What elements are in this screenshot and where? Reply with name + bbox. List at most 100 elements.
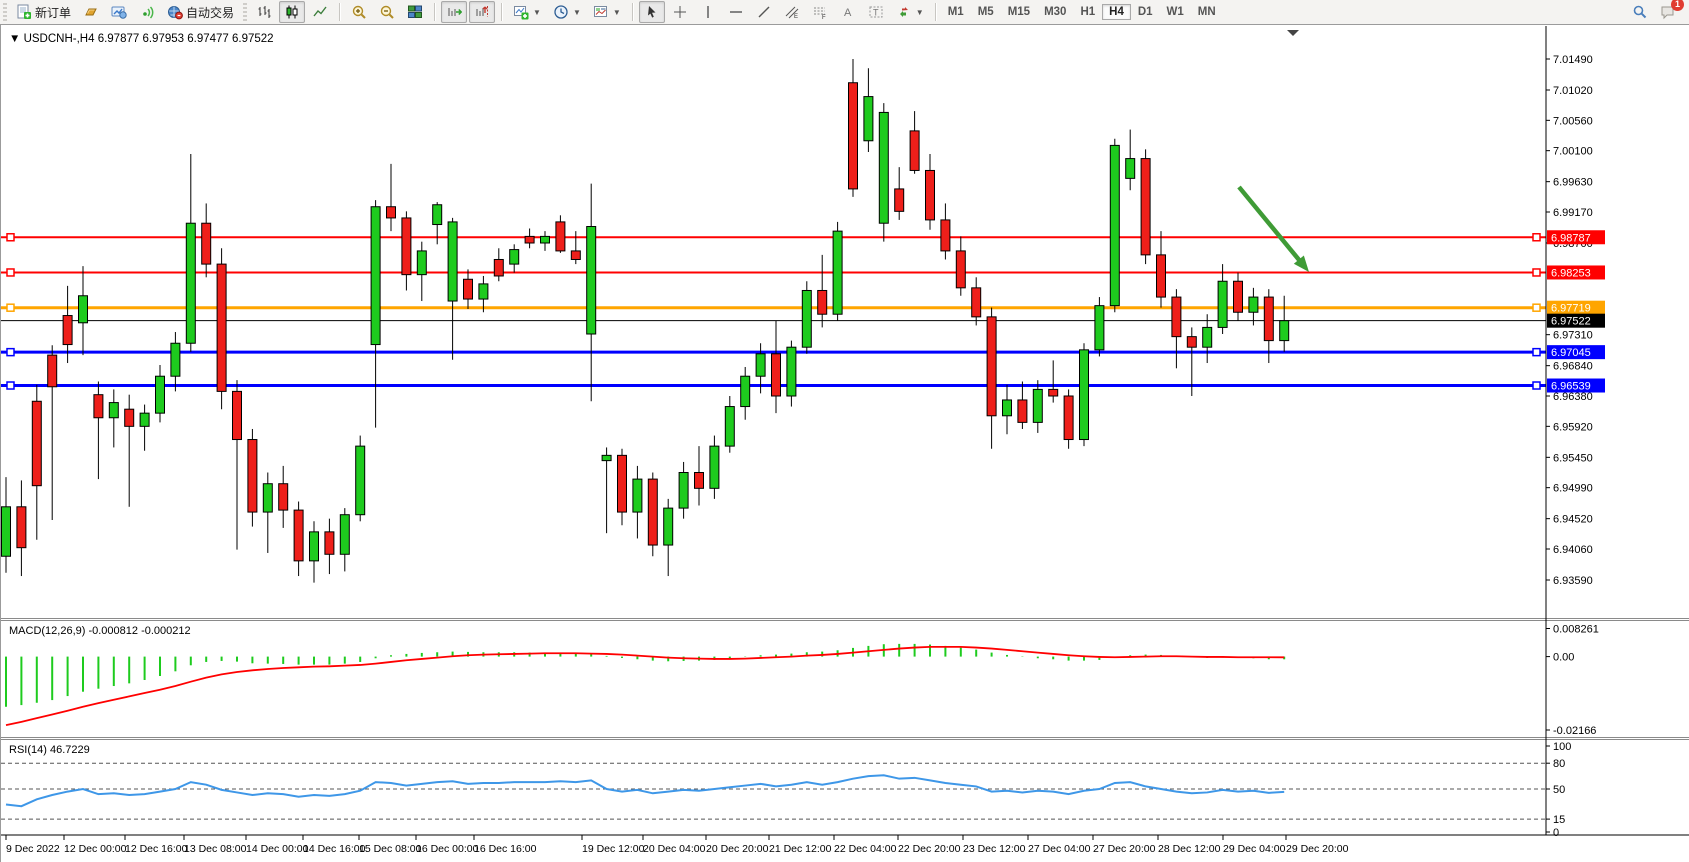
bullish-candle xyxy=(756,354,765,376)
text-label-tool-button[interactable]: T xyxy=(863,1,889,23)
toolbar-separator xyxy=(434,3,435,21)
price-line-label: 6.98253 xyxy=(1551,267,1591,279)
search-button[interactable] xyxy=(1627,1,1653,23)
line-anchor-handle[interactable] xyxy=(1533,382,1540,389)
templates-button[interactable]: ▼ xyxy=(588,1,626,23)
bar-chart-type-button[interactable] xyxy=(251,1,277,23)
bullish-candle xyxy=(787,347,796,396)
line-anchor-handle[interactable] xyxy=(7,269,14,276)
bearish-candle xyxy=(895,189,904,211)
bullish-candle xyxy=(1080,350,1089,440)
crosshair-tool-button[interactable] xyxy=(667,1,693,23)
price-tick-label: 6.94990 xyxy=(1553,483,1593,495)
bullish-candle xyxy=(109,403,118,418)
price-tick-label: 6.94060 xyxy=(1553,544,1593,556)
channel-tool-button[interactable]: E xyxy=(779,1,805,23)
bullish-candle xyxy=(263,484,272,512)
bearish-candle xyxy=(1157,255,1166,297)
toolbar-grip[interactable] xyxy=(243,3,247,21)
cursor-tool-button[interactable] xyxy=(639,1,665,23)
timeframe-m30-button[interactable]: M30 xyxy=(1037,4,1073,20)
line-anchor-handle[interactable] xyxy=(1533,234,1540,241)
toolbar-grip[interactable] xyxy=(3,3,7,21)
bullish-candle xyxy=(1110,145,1119,305)
macd-legend: MACD(12,26,9) -0.000812 -0.000212 xyxy=(9,625,191,637)
zoom-out-button[interactable] xyxy=(374,1,400,23)
line-anchor-handle[interactable] xyxy=(1533,269,1540,276)
bullish-candle xyxy=(602,455,611,460)
bearish-candle xyxy=(1141,159,1150,255)
vertical-line-tool-button[interactable] xyxy=(695,1,721,23)
bearish-candle xyxy=(1187,337,1196,348)
bullish-candle xyxy=(371,207,380,345)
price-chart[interactable]: 7.014907.010207.005607.001006.996306.991… xyxy=(1,25,1689,862)
bullish-candle xyxy=(741,376,750,406)
line-anchor-handle[interactable] xyxy=(7,382,14,389)
timeframe-m1-button[interactable]: M1 xyxy=(941,4,971,20)
line-chart-type-button[interactable] xyxy=(307,1,333,23)
bearish-candle xyxy=(972,288,981,317)
crosshair-icon xyxy=(672,4,688,20)
timeframe-h4-button[interactable]: H4 xyxy=(1102,4,1131,20)
toolbar: 新订单 xyxy=(0,0,1689,25)
bearish-candle xyxy=(818,290,827,314)
bearish-candle xyxy=(402,218,411,275)
new-order-button[interactable]: 新订单 xyxy=(11,1,76,23)
bearish-candle xyxy=(233,391,242,439)
text-tool-button[interactable]: A xyxy=(835,1,861,23)
notifications-button[interactable]: 1 xyxy=(1655,1,1681,23)
signals-button[interactable] xyxy=(134,1,160,23)
timeframe-mn-button[interactable]: MN xyxy=(1191,4,1223,20)
price-tick-label: 6.95450 xyxy=(1553,452,1593,464)
horizontal-line-tool-button[interactable] xyxy=(723,1,749,23)
bullish-candle xyxy=(171,343,180,376)
candlestick-chart-type-button[interactable] xyxy=(279,1,305,23)
bullish-candle xyxy=(1095,306,1104,350)
line-anchor-handle[interactable] xyxy=(7,234,14,241)
line-anchor-handle[interactable] xyxy=(1533,349,1540,356)
timeframe-h1-button[interactable]: H1 xyxy=(1073,4,1102,20)
time-axis-label: 20 Dec 20:00 xyxy=(706,843,769,855)
new-order-icon xyxy=(16,4,32,20)
line-anchor-handle[interactable] xyxy=(7,349,14,356)
timeframe-m5-button[interactable]: M5 xyxy=(971,4,1001,20)
bullish-candle xyxy=(802,290,811,347)
chart-window: 7.014907.010207.005607.001006.996306.991… xyxy=(0,24,1689,862)
zoom-in-icon xyxy=(351,4,367,20)
terminal-button[interactable] xyxy=(106,1,132,23)
zoom-in-button[interactable] xyxy=(346,1,372,23)
line-anchor-handle[interactable] xyxy=(1533,304,1540,311)
clock-icon xyxy=(553,4,569,20)
bullish-candle xyxy=(1203,327,1212,347)
trendline-tool-button[interactable] xyxy=(751,1,777,23)
autotrade-label: 自动交易 xyxy=(186,4,234,21)
bearish-candle xyxy=(494,259,503,275)
autotrade-button[interactable]: 自动交易 xyxy=(162,1,239,23)
time-axis-label: 16 Dec 00:00 xyxy=(416,843,479,855)
time-axis-label: 20 Dec 04:00 xyxy=(643,843,706,855)
bullish-candle xyxy=(479,284,488,299)
bullish-candle xyxy=(510,250,519,265)
add-indicator-button[interactable]: ▼ xyxy=(508,1,546,23)
chart-shift-button[interactable] xyxy=(469,1,495,23)
arrows-tool-button[interactable]: ▼ xyxy=(891,1,929,23)
tile-windows-icon xyxy=(407,4,423,20)
fibonacci-tool-button[interactable]: F xyxy=(807,1,833,23)
periods-button[interactable]: ▼ xyxy=(548,1,586,23)
tile-windows-button[interactable] xyxy=(402,1,428,23)
bearish-candle xyxy=(17,507,26,548)
timeframe-m15-button[interactable]: M15 xyxy=(1001,4,1037,20)
bearish-candle xyxy=(648,479,657,545)
timeframe-w1-button[interactable]: W1 xyxy=(1160,4,1191,20)
bullish-candle xyxy=(541,236,550,243)
metaeditor-button[interactable] xyxy=(78,1,104,23)
auto-scroll-button[interactable] xyxy=(441,1,467,23)
bearish-candle xyxy=(202,223,211,264)
macd-axis-label: 0.00 xyxy=(1553,652,1574,664)
timeframe-d1-button[interactable]: D1 xyxy=(1131,4,1160,20)
chart-legend: ▼ USDCNH-,H4 6.97877 6.97953 6.97477 6.9… xyxy=(9,33,274,45)
line-anchor-handle[interactable] xyxy=(7,304,14,311)
bullish-candle xyxy=(664,508,673,545)
auto-scroll-icon xyxy=(446,4,462,20)
timeframe-bar: M1M5M15M30H1H4D1W1MN xyxy=(941,4,1223,20)
